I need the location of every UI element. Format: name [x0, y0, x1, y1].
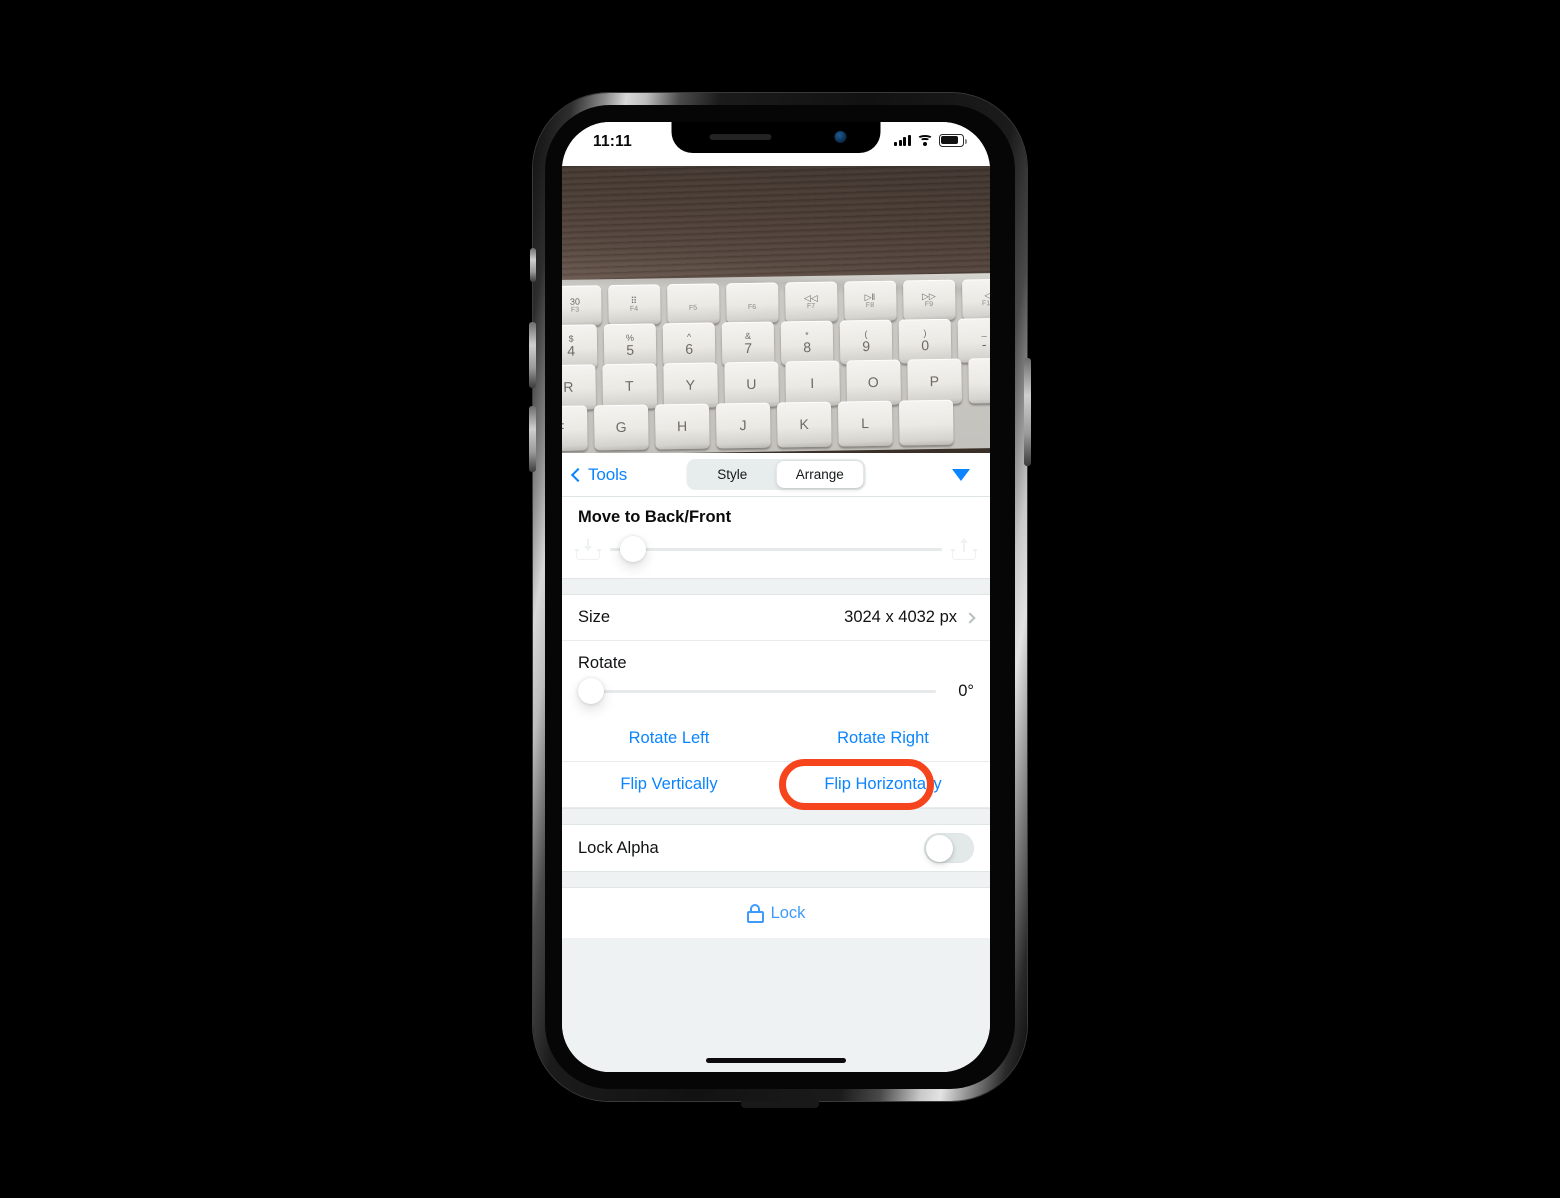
desk-background — [562, 166, 990, 283]
flip-vertically-button[interactable]: Flip Vertically — [562, 762, 776, 807]
key: ◁◁ F7 — [785, 281, 838, 323]
rotate-left-button[interactable]: Rotate Left — [562, 716, 776, 761]
keyboard-letter-row-home: F G H J K L — [562, 399, 954, 452]
lock-section: Lock — [562, 888, 990, 938]
chevron-right-icon — [964, 611, 976, 624]
arrange-tool-panel: Tools Style Arrange Move to Back/Front S… — [562, 453, 990, 1072]
status-bar-time: 11:11 — [593, 133, 632, 150]
bottom-speaker-grille — [741, 1101, 819, 1108]
rotate-slider-row: 0° — [562, 673, 990, 716]
key: U — [724, 361, 780, 407]
rotate-actions-row: Rotate Left Rotate Right — [562, 716, 990, 762]
keyboard-key-rows: 30 F3 ⠿ F4 F5 F6 ◁◁ F7 ▷ǁ F8 ▷▷ F9 ◁ F10 $4 — [562, 273, 990, 453]
rotate-slider-track-wrap[interactable] — [578, 678, 936, 704]
device-notch — [671, 122, 881, 153]
key: I — [785, 360, 841, 406]
key — [899, 399, 954, 446]
panel-toolbar: Tools Style Arrange — [562, 453, 990, 497]
key: J — [716, 402, 771, 449]
power-button[interactable] — [1024, 358, 1031, 466]
triangle-down-icon[interactable] — [952, 469, 970, 481]
chevron-left-icon — [570, 467, 586, 482]
key: ◁ F10 — [962, 278, 990, 320]
rotate-slider-track — [578, 689, 936, 693]
lock-icon — [746, 903, 764, 923]
tab-arrange[interactable]: Arrange — [776, 461, 864, 488]
key: ) 0 — [899, 318, 952, 363]
key: ^ 6 — [663, 321, 716, 367]
section-divider — [562, 808, 990, 825]
move-section: Move to Back/Front — [562, 497, 990, 578]
style-arrange-segmented-control[interactable]: Style Arrange — [686, 459, 866, 490]
key: * 8 — [781, 319, 834, 365]
key: ▷ǁ F8 — [844, 280, 897, 322]
key: H — [655, 403, 710, 450]
volume-up-button[interactable] — [529, 322, 536, 388]
mute-switch-button[interactable] — [530, 248, 536, 282]
key: T — [602, 362, 658, 409]
move-slider-track — [610, 547, 942, 551]
key: G — [594, 404, 649, 451]
key: P — [907, 358, 963, 404]
key: ⠿ F4 — [608, 284, 661, 325]
size-value: 3024 x 4032 px — [844, 608, 957, 626]
key: 30 F3 — [562, 285, 602, 326]
key: $4 — [562, 323, 598, 369]
wifi-icon — [917, 134, 933, 146]
keyboard-photo: 30 F3 ⠿ F4 F5 F6 ◁◁ F7 ▷ǁ F8 ▷▷ F9 ◁ F10 $4 — [562, 272, 990, 453]
volume-down-button[interactable] — [529, 406, 536, 472]
lock-button-label: Lock — [770, 903, 806, 922]
home-indicator[interactable] — [706, 1058, 846, 1063]
size-value-wrap: 3024 x 4032 px — [844, 608, 976, 627]
iphone-device-frame: 11:11 30 F3 ⠿ F4 F5 F6 ◁◁ F7 ▷ǁ F8 ▷▷ F9… — [529, 93, 1031, 1108]
transform-section: Size 3024 x 4032 px Rotate 0° Rotate Lef… — [562, 595, 990, 810]
lock-alpha-label: Lock Alpha — [578, 838, 659, 857]
front-camera-icon — [834, 131, 847, 143]
move-to-back-front-slider-row — [562, 530, 990, 578]
size-label: Size — [578, 608, 611, 626]
flip-horizontally-button[interactable]: Flip Horizontally — [776, 762, 990, 807]
key: F5 — [667, 283, 720, 324]
lock-alpha-section: Lock Alpha — [562, 825, 990, 871]
section-divider — [562, 578, 990, 595]
battery-icon — [939, 134, 967, 147]
cellular-signal-icon — [894, 134, 911, 147]
image-canvas[interactable]: 30 F3 ⠿ F4 F5 F6 ◁◁ F7 ▷ǁ F8 ▷▷ F9 ◁ F10 $4 — [562, 166, 990, 453]
key: F — [562, 405, 588, 452]
tab-style[interactable]: Style — [689, 461, 777, 488]
lock-alpha-row[interactable]: Lock Alpha — [562, 825, 990, 871]
section-divider — [562, 871, 990, 888]
status-bar-indicators — [894, 134, 967, 147]
key: F6 — [726, 282, 779, 324]
key — [968, 357, 990, 404]
phone-screen: 11:11 30 F3 ⠿ F4 F5 F6 ◁◁ F7 ▷ǁ F8 ▷▷ F9… — [562, 122, 990, 1072]
lock-alpha-toggle[interactable] — [924, 833, 974, 863]
rotate-value: 0° — [958, 681, 974, 700]
screenshot-root: 11:11 30 F3 ⠿ F4 F5 F6 ◁◁ F7 ▷ǁ F8 ▷▷ F9… — [0, 0, 1560, 1198]
move-to-back-icon[interactable] — [575, 538, 601, 560]
key: L — [838, 400, 893, 447]
flip-actions-row: Flip Vertically Flip Horizontally — [562, 759, 990, 810]
move-slider-track-wrap[interactable] — [610, 536, 942, 562]
key: O — [846, 359, 902, 405]
rotate-right-button[interactable]: Rotate Right — [776, 716, 990, 761]
size-row[interactable]: Size 3024 x 4032 px — [562, 595, 990, 641]
back-button-label: Tools — [588, 464, 628, 484]
move-to-front-icon[interactable] — [951, 538, 977, 560]
key: % 5 — [604, 322, 657, 368]
move-section-title: Move to Back/Front — [578, 508, 732, 526]
rotate-slider-thumb[interactable] — [578, 678, 604, 704]
key: ▷▷ F9 — [903, 279, 956, 321]
key: R — [562, 363, 597, 410]
move-slider-thumb[interactable] — [619, 536, 646, 562]
earpiece-speaker-icon — [709, 134, 772, 140]
key: (9 — [840, 318, 893, 364]
key: K — [777, 401, 832, 448]
rotate-label: Rotate — [578, 654, 627, 672]
back-to-tools-button[interactable]: Tools — [570, 464, 628, 485]
key: & 7 — [722, 320, 775, 366]
key: Y — [663, 361, 719, 408]
lock-button[interactable]: Lock — [562, 888, 990, 938]
key: _ - — [958, 317, 990, 362]
